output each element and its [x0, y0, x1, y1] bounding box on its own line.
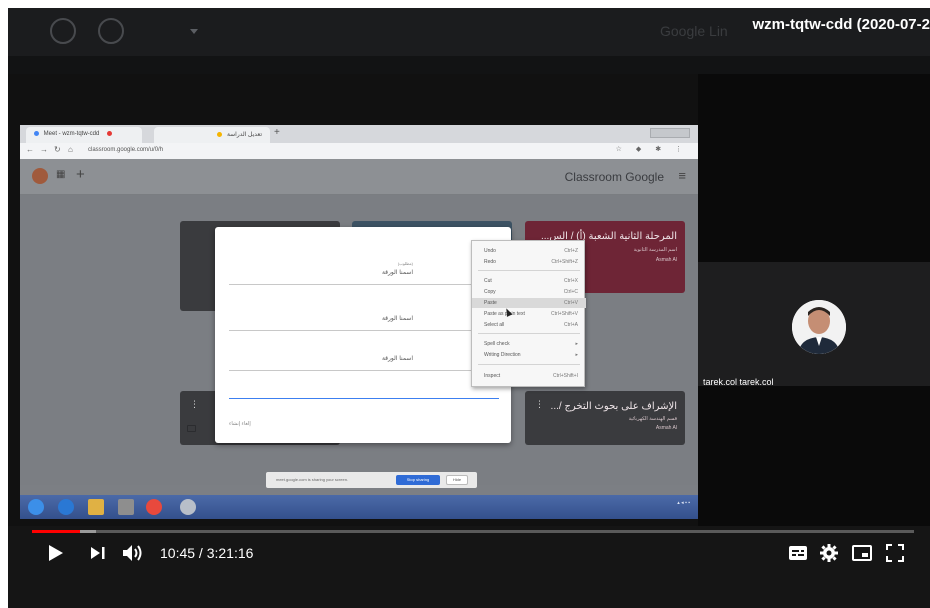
- video-shadow: [8, 56, 930, 74]
- browser-tab-meet: Meet - wzm-tqtw-cdd: [26, 127, 142, 143]
- current-time: 10:45: [160, 545, 196, 561]
- participant-panel-empty: [698, 74, 930, 262]
- browser-tab-strip: Meet - wzm-tqtw-cdd تعديل الدراسة +: [20, 125, 698, 143]
- context-menu-item: Inspect Ctrl+Shift+I: [484, 373, 578, 379]
- extension-icons: ☆ ◆ ✱ ⋮: [615, 146, 688, 153]
- classroom-icon: [217, 131, 223, 137]
- chevron-down-icon: [190, 29, 198, 34]
- context-menu-divider: [478, 333, 580, 334]
- settings-icon[interactable]: [820, 544, 838, 562]
- chrome-icon: [146, 499, 162, 515]
- tool-icon: [180, 499, 196, 515]
- context-menu-item-highlighted: Paste Ctrl+V: [472, 298, 586, 308]
- share-notice-text: meet.google.com is sharing your screen.: [276, 477, 349, 482]
- recording-dot-icon: [107, 131, 113, 136]
- ie-icon: [58, 499, 74, 515]
- video-player[interactable]: Google Lin wzm-tqtw-cdd (2020-07-2 Meet …: [8, 8, 930, 608]
- field-label: اسمنا الورقة: [381, 316, 413, 322]
- context-menu-item: Redo Ctrl+Shift+Z: [484, 259, 578, 265]
- dialog-field: اسمنا الورقة: [229, 309, 499, 331]
- field-hint: (مطلوب): [397, 261, 413, 266]
- more-vert-icon: ⋮: [190, 399, 199, 409]
- create-class-dialog: (مطلوب) اسمنا الورقة اسمنا الورقة اسمنا …: [215, 227, 511, 443]
- class-card: ⋮ الإشراف على بحوث التخرج /... قسم الهند…: [525, 391, 685, 445]
- add-class-icon: +: [76, 166, 85, 183]
- menu-icon: ≡: [678, 168, 686, 183]
- miniplayer-icon[interactable]: [852, 545, 872, 561]
- dialog-field: اسمنا الورقة: [229, 349, 499, 371]
- fullscreen-icon[interactable]: [886, 544, 904, 562]
- context-menu-divider: [478, 270, 580, 271]
- progress-bar[interactable]: [32, 530, 914, 533]
- background-faded-text: Google Lin: [660, 23, 728, 39]
- help-icon: [98, 18, 124, 44]
- browser-tab-classroom: تعديل الدراسة: [154, 127, 270, 143]
- forward-icon: →: [40, 145, 48, 154]
- context-menu: Undo Ctrl+Z Redo Ctrl+Shift+Z Cut Ctrl+X Co…: [471, 240, 586, 387]
- stop-sharing-button: Stop sharing: [396, 475, 440, 485]
- class-card-title: الإشراف على بحوث التخرج /...: [550, 401, 677, 412]
- context-menu-divider: [478, 364, 580, 365]
- video-title: wzm-tqtw-cdd (2020-07-2: [752, 16, 930, 33]
- apps-grid-icon: ▦: [56, 169, 66, 180]
- dialog-field: (مطلوب) اسمنا الورقة: [229, 261, 499, 285]
- next-icon[interactable]: [90, 546, 106, 560]
- hide-button: Hide: [446, 475, 468, 485]
- participant-panel-empty: [698, 386, 930, 526]
- context-menu-item: Cut Ctrl+X: [484, 278, 578, 284]
- media-icon: [118, 499, 134, 515]
- tab-label: Meet - wzm-tqtw-cdd: [43, 131, 100, 138]
- time-display: 10:45 / 3:21:16: [160, 545, 254, 561]
- meet-icon: [34, 131, 39, 136]
- settings-icon: [50, 18, 76, 44]
- dialog-actions: إلغاء إنشاء: [229, 421, 251, 427]
- context-menu-item: Undo Ctrl+Z: [484, 248, 578, 254]
- subtitles-icon[interactable]: [788, 545, 808, 561]
- progress-played: [32, 530, 80, 533]
- context-menu-item: Spell check ▸: [484, 341, 578, 347]
- new-tab-icon: +: [274, 127, 280, 138]
- screen-share-notice: meet.google.com is sharing your screen. …: [266, 472, 477, 488]
- shared-screen: Meet - wzm-tqtw-cdd تعديل الدراسة + ← → …: [20, 125, 698, 519]
- participant-tile: tarek.col tarek.col: [698, 262, 930, 387]
- start-icon: [28, 499, 44, 515]
- dialog-field-active: [229, 387, 499, 399]
- folder-icon: [88, 499, 104, 515]
- windows-taskbar: ▴ ◂ ▪ ▪: [20, 495, 698, 519]
- system-tray: ▴ ◂ ▪ ▪: [677, 500, 690, 506]
- tab-label: تعديل الدراسة: [226, 132, 262, 138]
- field-label: اسمنا الورقة: [381, 270, 413, 276]
- browser-address-bar: ← → ↻ ⌂ classroom.google.com/u/0/h ☆ ◆ ✱…: [20, 143, 698, 159]
- class-card-meta: Asmah Al: [655, 257, 677, 263]
- player-controls: [8, 526, 930, 608]
- window-controls: [650, 128, 690, 138]
- avatar: [792, 300, 846, 354]
- folder-icon: [187, 425, 196, 432]
- address-url: classroom.google.com/u/0/h: [88, 147, 164, 153]
- classroom-header: ▦ + Classroom Google ≡: [20, 159, 698, 195]
- context-menu-item: Copy Ctrl+C: [484, 289, 578, 295]
- classroom-logo: Classroom Google: [564, 170, 664, 184]
- context-menu-item: Select all Ctrl+A: [484, 322, 578, 328]
- back-icon: ←: [26, 145, 34, 154]
- avatar: [32, 168, 48, 184]
- class-card-meta: Asmah Al: [655, 425, 677, 431]
- class-card-subtitle: قسم الهندسة الكهربائية: [628, 416, 677, 422]
- home-icon: ⌂: [68, 145, 73, 154]
- volume-icon[interactable]: [122, 544, 146, 562]
- play-icon[interactable]: [46, 544, 64, 562]
- field-label: اسمنا الورقة: [381, 356, 413, 362]
- reload-icon: ↻: [54, 145, 61, 154]
- duration: 3:21:16: [206, 545, 254, 561]
- context-menu-item: Writing Direction ▸: [484, 352, 578, 358]
- more-vert-icon: ⋮: [535, 399, 544, 409]
- meet-toolbar-background: Google Lin wzm-tqtw-cdd (2020-07-2: [8, 8, 930, 56]
- context-menu-item: Paste as plain text Ctrl+Shift+V: [484, 311, 578, 317]
- class-card-subtitle: اسم المدرسة الثانوية: [633, 247, 677, 253]
